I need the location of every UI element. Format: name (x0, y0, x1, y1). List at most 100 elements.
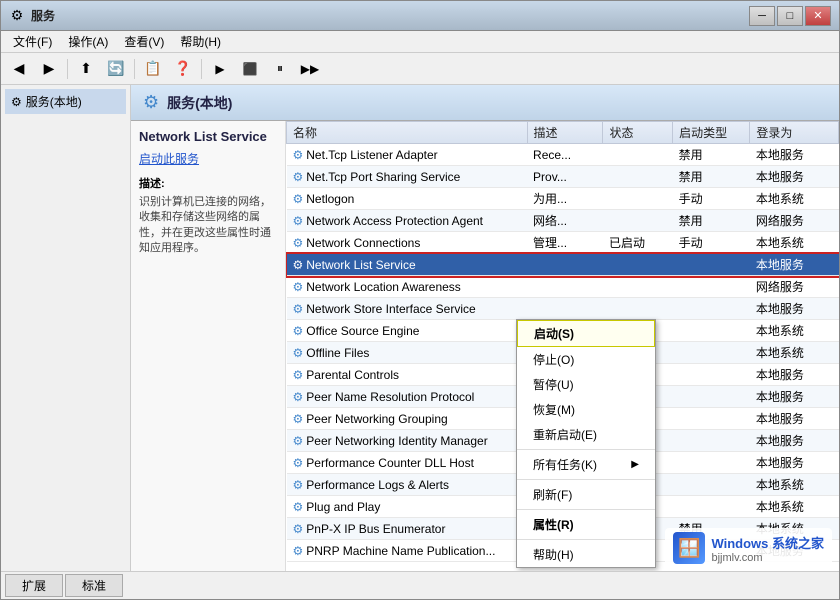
properties-label: 属性(R) (533, 516, 574, 533)
tab-expand[interactable]: 扩展 (5, 574, 63, 597)
forward-button[interactable]: ▶ (35, 56, 63, 82)
sidebar-item-label: 服务(本地) (26, 93, 82, 110)
service-login-cell: 本地系统 (750, 232, 839, 254)
col-name[interactable]: 名称 (287, 122, 528, 144)
pause-button[interactable]: ⏸ (266, 56, 294, 82)
table-row[interactable]: ⚙Network Access Protection Agent网络...禁用网… (287, 210, 839, 232)
play-button[interactable]: ▶ (206, 56, 234, 82)
gear-icon: ⚙ (293, 390, 304, 404)
service-name-text: Peer Networking Identity Manager (306, 434, 487, 448)
separator-3 (201, 59, 202, 79)
service-name-text: Netlogon (306, 192, 354, 206)
maximize-button[interactable]: □ (777, 6, 803, 26)
service-name-text: Offline Files (306, 346, 369, 360)
content-header-icon: ⚙ (143, 92, 159, 113)
table-row[interactable]: ⚙Network List Service本地服务 (287, 254, 839, 276)
start-service-link[interactable]: 启动此服务 (139, 150, 277, 167)
service-startup-cell (673, 364, 750, 386)
service-desc-cell: Rece... (527, 144, 603, 166)
service-name-cell: ⚙Performance Logs & Alerts (287, 474, 528, 496)
service-name-cell: ⚙Office Source Engine (287, 320, 528, 342)
menu-view[interactable]: 查看(V) (116, 31, 172, 52)
content-area: ⚙ 服务(本地) Network List Service 启动此服务 描述: … (131, 85, 839, 571)
content-header: ⚙ 服务(本地) (131, 85, 839, 121)
info-panel: Network List Service 启动此服务 描述: 识别计算机已连接的… (131, 121, 286, 571)
service-login-cell: 本地服务 (750, 408, 839, 430)
main-area: ⚙ 服务(本地) ⚙ 服务(本地) Network List Service 启… (1, 85, 839, 571)
service-login-cell: 本地系统 (750, 342, 839, 364)
service-name-text: Plug and Play (306, 500, 380, 514)
table-row[interactable]: ⚙Network Store Interface Service本地服务 (287, 298, 839, 320)
gear-icon: ⚙ (293, 170, 304, 184)
service-name-cell: ⚙Netlogon (287, 188, 528, 210)
service-status-cell: 已启动 (603, 232, 673, 254)
sidebar-item-local-services[interactable]: ⚙ 服务(本地) (5, 89, 126, 114)
service-startup-cell (673, 254, 750, 276)
service-login-cell: 本地系统 (750, 496, 839, 518)
context-menu-resume[interactable]: 恢复(M) (517, 397, 655, 422)
table-row[interactable]: ⚙Netlogon为用...手动本地系统 (287, 188, 839, 210)
tab-standard[interactable]: 标准 (65, 574, 123, 597)
all-tasks-label: 所有任务(K) (533, 456, 597, 473)
service-name-cell: ⚙Net.Tcp Port Sharing Service (287, 166, 528, 188)
service-name-text: Parental Controls (306, 368, 399, 382)
refresh-label: 刷新(F) (533, 486, 572, 503)
refresh-button[interactable]: 🔄 (102, 56, 130, 82)
col-login[interactable]: 登录为 (750, 122, 839, 144)
service-desc-cell (527, 254, 603, 276)
table-row[interactable]: ⚙Net.Tcp Listener AdapterRece...禁用本地服务 (287, 144, 839, 166)
context-menu-pause[interactable]: 暂停(U) (517, 372, 655, 397)
context-menu-start[interactable]: 启动(S) (517, 320, 655, 347)
service-status-cell (603, 298, 673, 320)
service-name-text: Network Location Awareness (306, 280, 461, 294)
service-login-cell: 本地服务 (750, 364, 839, 386)
service-startup-cell: 禁用 (673, 144, 750, 166)
service-login-cell: 本地服务 (750, 298, 839, 320)
context-separator-3 (517, 509, 655, 510)
gear-icon: ⚙ (293, 478, 304, 492)
help-toolbar-button[interactable]: ❓ (169, 56, 197, 82)
service-login-cell: 网络服务 (750, 210, 839, 232)
context-menu-refresh[interactable]: 刷新(F) (517, 482, 655, 507)
service-name-text: Network List Service (306, 258, 415, 272)
start-label: 启动(S) (534, 325, 574, 342)
service-desc-cell: 管理... (527, 232, 603, 254)
context-menu-properties[interactable]: 属性(R) (517, 512, 655, 537)
context-menu-stop[interactable]: 停止(O) (517, 347, 655, 372)
service-startup-cell (673, 496, 750, 518)
service-startup-cell: 禁用 (673, 166, 750, 188)
service-startup-cell: 手动 (673, 232, 750, 254)
menu-action[interactable]: 操作(A) (60, 31, 116, 52)
table-row[interactable]: ⚙Network Connections管理...已启动手动本地系统 (287, 232, 839, 254)
service-name-text: Net.Tcp Listener Adapter (306, 148, 437, 162)
service-name-text: Peer Networking Grouping (306, 412, 447, 426)
stop-button[interactable]: ⬛ (236, 56, 264, 82)
table-row[interactable]: ⚙Net.Tcp Port Sharing ServiceProv...禁用本地… (287, 166, 839, 188)
minimize-button[interactable]: ─ (749, 6, 775, 26)
back-button[interactable]: ◀ (5, 56, 33, 82)
service-name-cell: ⚙PNRP Machine Name Publication... (287, 540, 528, 562)
service-name-text: Peer Name Resolution Protocol (306, 390, 474, 404)
table-header-row: 名称 描述 状态 启动类型 登录为 (287, 122, 839, 144)
service-login-cell: 本地系统 (750, 474, 839, 496)
service-name-text: Performance Logs & Alerts (306, 478, 449, 492)
restart-label: 重新启动(E) (533, 426, 597, 443)
service-name-cell: ⚙Parental Controls (287, 364, 528, 386)
gear-icon: ⚙ (293, 214, 304, 228)
table-row[interactable]: ⚙Network Location Awareness网络服务 (287, 276, 839, 298)
service-login-cell: 本地服务 (750, 430, 839, 452)
col-startup[interactable]: 启动类型 (673, 122, 750, 144)
menu-file[interactable]: 文件(F) (5, 31, 60, 52)
col-status[interactable]: 状态 (603, 122, 673, 144)
context-menu-all-tasks[interactable]: 所有任务(K) ▶ (517, 452, 655, 477)
col-desc[interactable]: 描述 (527, 122, 603, 144)
close-button[interactable]: ✕ (805, 6, 831, 26)
up-button[interactable]: ⬆ (72, 56, 100, 82)
properties-button[interactable]: 📋 (139, 56, 167, 82)
restart-button[interactable]: ▶▶ (296, 56, 324, 82)
menu-help[interactable]: 帮助(H) (172, 31, 229, 52)
context-menu-help[interactable]: 帮助(H) (517, 542, 655, 567)
gear-icon: ⚙ (293, 434, 304, 448)
window-title: 服务 (31, 7, 749, 24)
context-menu-restart[interactable]: 重新启动(E) (517, 422, 655, 447)
